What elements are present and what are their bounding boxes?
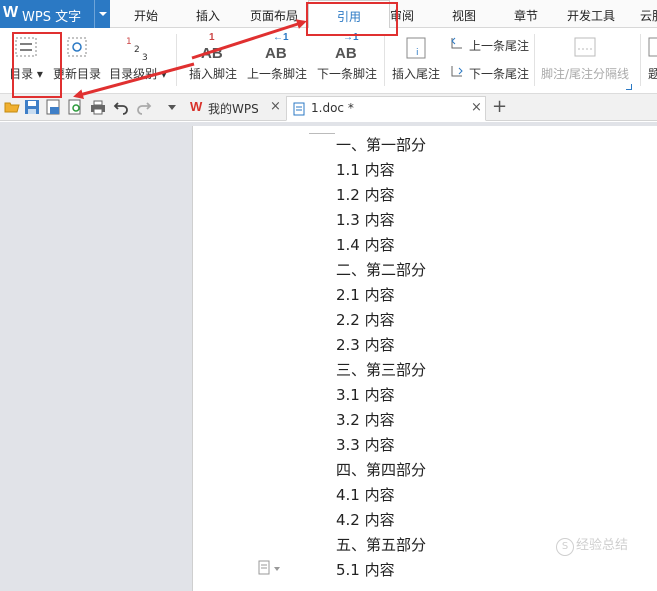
separator-line-icon: [574, 37, 596, 57]
prev-endnote-icon: [451, 37, 462, 49]
toc-level-label: 目录级别 ▾: [109, 67, 167, 81]
content-line: 1.3 内容: [336, 211, 395, 229]
tab-chapter[interactable]: 章节: [514, 7, 538, 24]
cut-off-icon: [648, 37, 657, 57]
heading-1: 四、第四部分: [336, 461, 427, 479]
wps-icon: W: [190, 99, 203, 114]
app-title: WPS 文字: [22, 10, 82, 25]
tab-document[interactable]: 1.doc * ×: [286, 96, 486, 121]
heading-1: 二、第二部分: [336, 261, 427, 279]
next-footnote-icon: →1 AB: [335, 32, 359, 62]
undo-icon[interactable]: [113, 99, 129, 115]
ribbon-separator: [534, 34, 535, 86]
next-footnote-label: 下一条脚注: [316, 67, 377, 81]
app-dropdown-icon[interactable]: [94, 0, 110, 28]
toc-level-button[interactable]: 1 2 3 目录级别 ▾: [108, 28, 168, 92]
next-endnote-icon: [451, 66, 463, 77]
content-line: 3.1 内容: [336, 386, 395, 404]
svg-text:3: 3: [142, 53, 148, 60]
redo-icon[interactable]: [136, 99, 152, 115]
page-icon[interactable]: [258, 560, 282, 576]
heading-1: 三、第三部分: [336, 361, 427, 379]
separator-line-label: 脚注/尾注分隔线: [540, 67, 630, 81]
content-line: 5.1 内容: [336, 561, 395, 579]
references-tab-highlight-box: [306, 2, 398, 36]
svg-text:2: 2: [134, 45, 140, 55]
document-icon: [293, 102, 305, 116]
update-toc-icon: [67, 37, 87, 57]
tab-cloud-service[interactable]: 云服务: [640, 7, 657, 24]
ribbon-references: 目录 ▾ 更新目录 1 2 3 目录级别 ▾ 1 AB 插入脚注 ←1 AB 上一条…: [0, 28, 657, 94]
next-footnote-button[interactable]: →1 AB 下一条脚注: [314, 28, 380, 92]
heading-1: 一、第一部分: [336, 136, 427, 154]
heading-1: 五、第五部分: [336, 536, 427, 554]
quick-access-bar: W 我的WPS × 1.doc * ×: [0, 94, 657, 121]
open-folder-icon[interactable]: [4, 99, 20, 115]
content-line: 1.4 内容: [336, 236, 395, 254]
app-menu-button[interactable]: W WPS 文字: [0, 0, 110, 28]
insert-endnote-label: 插入尾注: [391, 67, 440, 81]
insert-footnote-label: 插入脚注: [188, 67, 237, 81]
tab-my-wps[interactable]: W 我的WPS ×: [184, 96, 284, 121]
tab-start[interactable]: 开始: [134, 7, 158, 24]
insert-endnote-icon: i: [406, 37, 426, 59]
insert-endnote-button[interactable]: i 插入尾注: [390, 28, 442, 92]
footnote-separator-line-button[interactable]: 脚注/尾注分隔线: [540, 28, 630, 92]
save-icon[interactable]: [24, 99, 40, 115]
wps-logo-icon: W: [3, 4, 19, 21]
tab-view[interactable]: 视图: [452, 7, 476, 24]
prev-endnote-label: 上一条尾注: [469, 39, 530, 53]
ribbon-separator: [384, 34, 385, 86]
save-as-icon[interactable]: [45, 99, 61, 115]
toc-highlight-box: [12, 32, 62, 98]
watermark: 经验总结: [556, 534, 628, 556]
content-line: 3.3 内容: [336, 436, 395, 454]
customize-dropdown-icon[interactable]: [164, 99, 180, 115]
print-icon[interactable]: [90, 99, 106, 115]
content-line: 1.1 内容: [336, 161, 395, 179]
cut-off-label: 题: [648, 67, 657, 81]
tab-page-layout[interactable]: 页面布局: [250, 7, 300, 24]
content-line: 3.2 内容: [336, 411, 395, 429]
prev-footnote-button[interactable]: ←1 AB 上一条脚注: [244, 28, 310, 92]
content-line: 2.2 内容: [336, 311, 395, 329]
content-line: 1.2 内容: [336, 186, 395, 204]
content-line: 2.3 内容: [336, 336, 395, 354]
ribbon-launcher-icon[interactable]: [626, 84, 632, 90]
new-tab-button[interactable]: +: [492, 96, 507, 117]
page-margin-marker: [309, 126, 335, 134]
prev-footnote-label: 上一条脚注: [246, 67, 307, 81]
next-endnote-label: 下一条尾注: [469, 67, 530, 81]
ribbon-separator: [640, 34, 641, 86]
content-line: 4.1 内容: [336, 486, 395, 504]
print-preview-icon[interactable]: [67, 99, 83, 115]
content-line: 4.2 内容: [336, 511, 395, 529]
close-icon[interactable]: ×: [471, 100, 482, 115]
close-icon[interactable]: ×: [270, 99, 281, 114]
insert-footnote-icon: 1 AB: [201, 32, 223, 62]
tab-document-label: 1.doc *: [311, 101, 354, 115]
tab-my-wps-label: 我的WPS: [208, 102, 259, 116]
insert-footnote-button[interactable]: 1 AB 插入脚注: [186, 28, 240, 92]
tab-developer[interactable]: 开发工具: [567, 7, 615, 24]
tab-insert[interactable]: 插入: [196, 7, 220, 24]
ribbon-separator: [176, 34, 177, 86]
toc-level-icon: 1 2 3: [126, 37, 148, 60]
svg-text:1: 1: [126, 37, 132, 47]
cut-off-ribbon-button[interactable]: 题: [646, 28, 657, 92]
content-line: 2.1 内容: [336, 286, 395, 304]
svg-text:i: i: [416, 48, 419, 58]
document-content[interactable]: 一、第一部分 1.1 内容 1.2 内容 1.3 内容 1.4 内容 二、第二部…: [336, 133, 426, 583]
prev-footnote-icon: ←1 AB: [265, 32, 289, 62]
